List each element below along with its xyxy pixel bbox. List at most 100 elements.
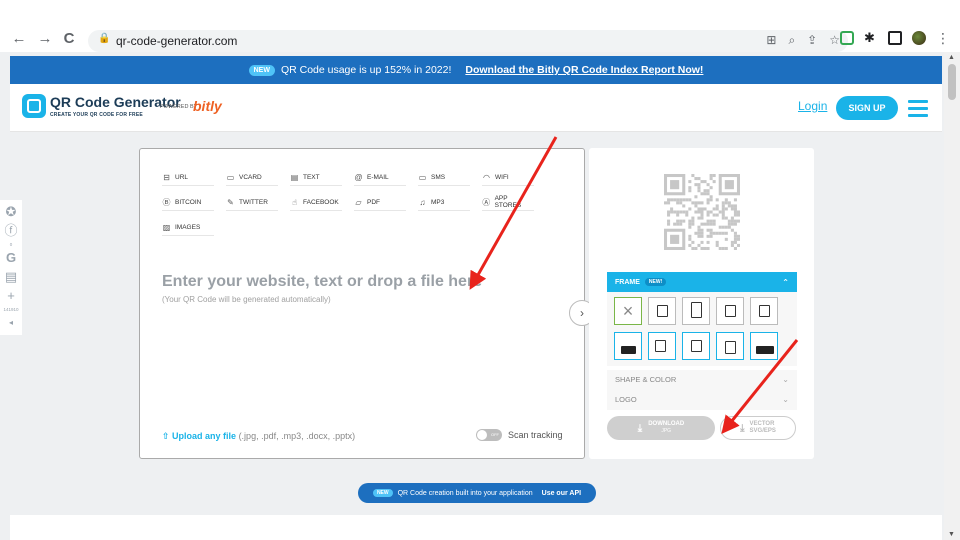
qr-type-label: BITCOIN (175, 198, 202, 206)
frame-option[interactable] (716, 332, 744, 360)
sms-icon: ▭ (418, 172, 427, 182)
share-sidebar: ✪ ⓕ 0 G ▤ + 141910 ◂ (0, 200, 22, 335)
zoom-icon[interactable]: ⌕ (788, 33, 795, 48)
chevron-down-icon[interactable]: ⌄ (782, 390, 789, 410)
hamburger-menu-icon[interactable] (908, 100, 928, 117)
side-panel-icon[interactable] (888, 31, 902, 45)
content-input-placeholder[interactable]: Enter your website, text or drop a file … (162, 273, 482, 291)
print-icon[interactable]: ▤ (5, 269, 17, 285)
frame-option[interactable] (682, 332, 710, 360)
qr-content-card: ⊟ URL ▭ VCARD ▤ TEXT @ E-MAIL ▭ SMS ◠ WIFI Ⓑ BITCOIN ✎… (139, 148, 585, 459)
qr-logo-icon[interactable] (22, 94, 46, 118)
download-jpg-button[interactable]: ⤓ DOWNLOAD JPG (607, 416, 715, 440)
profile-avatar[interactable] (912, 31, 926, 45)
appstore-icon: Ⓐ (482, 197, 491, 207)
browser-menu-icon[interactable]: ⋮ (936, 31, 950, 45)
wifi-icon: ◠ (483, 172, 490, 182)
email-icon: @ (354, 172, 363, 182)
qr-type-twitter[interactable]: ✎ TWITTER (226, 194, 278, 211)
api-promo-text: QR Code creation built into your applica… (397, 489, 533, 497)
scan-tracking-row: OFF Scan tracking (476, 429, 563, 441)
toggle-state-label: OFF (491, 432, 499, 437)
forward-button[interactable]: → (36, 30, 54, 48)
qr-type-wifi[interactable]: ◠ WIFI (482, 169, 534, 186)
music-icon: ♫ (419, 197, 426, 207)
qr-type-e-mail[interactable]: @ E-MAIL (354, 169, 406, 186)
facebook-icon: ☝ (292, 197, 297, 207)
upload-icon[interactable]: ⇧ (162, 431, 172, 441)
frame-option[interactable] (648, 332, 676, 360)
qr-type-vcard[interactable]: ▭ VCARD (226, 169, 278, 186)
url-text[interactable]: qr-code-generator.com (116, 34, 237, 48)
facebook-share-icon[interactable]: ⓕ (4, 223, 17, 239)
messenger-icon[interactable]: ✪ (6, 204, 17, 220)
qr-type-label: FACEBOOK (303, 198, 339, 206)
scroll-thumb[interactable] (948, 64, 956, 100)
frame-option-none[interactable] (614, 297, 642, 325)
frame-option[interactable] (648, 297, 676, 325)
page-footer-strip (10, 515, 942, 540)
page-scrollbar[interactable]: ▲ ▼ (944, 52, 960, 540)
bitly-logo[interactable]: bitly (193, 98, 222, 114)
chevron-up-icon[interactable]: ⌃ (782, 278, 789, 287)
scan-tracking-toggle[interactable]: OFF (476, 429, 502, 441)
scroll-up-icon[interactable]: ▲ (948, 54, 955, 61)
reload-button[interactable]: C (60, 30, 78, 48)
use-api-link[interactable]: Use our API (542, 490, 581, 497)
frame-option[interactable] (614, 332, 642, 360)
extensions-puzzle-icon[interactable]: ✱ (864, 31, 878, 45)
api-promo-bar[interactable]: NEW QR Code creation built into your app… (358, 483, 596, 503)
frame-label: FRAME (615, 278, 640, 286)
scroll-down-icon[interactable]: ▼ (948, 531, 955, 538)
qr-type-facebook[interactable]: ☝ FACEBOOK (290, 194, 342, 211)
qr-type-label: IMAGES (175, 223, 201, 231)
facebook-share-count: 0 (9, 242, 13, 247)
qr-type-label: URL (175, 173, 189, 181)
download-vector-button[interactable]: ⤓ VECTOR SVG/EPS (720, 416, 796, 440)
api-new-badge: NEW (372, 489, 393, 497)
login-link[interactable]: Login (798, 99, 827, 113)
collapse-sidebar-icon[interactable]: ◂ (9, 315, 13, 331)
qr-type-images[interactable]: ▨ IMAGES (162, 219, 214, 236)
frame-option[interactable] (682, 297, 710, 325)
qr-type-text[interactable]: ▤ TEXT (290, 169, 342, 186)
address-bar[interactable]: 🔒 qr-code-generator.com ⊞ ⌕ ⇪ ☆ (88, 30, 848, 52)
google-share-icon[interactable]: G (6, 250, 16, 266)
frame-option[interactable] (750, 297, 778, 325)
download-icon: ⤓ (637, 422, 643, 434)
scan-tracking-label: Scan tracking (508, 430, 563, 440)
upload-file-link[interactable]: Upload any file (172, 431, 236, 441)
vector-label: VECTOR (749, 421, 775, 427)
qr-type-grid: ⊟ URL ▭ VCARD ▤ TEXT @ E-MAIL ▭ SMS ◠ WIFI Ⓑ BITCOIN ✎… (162, 169, 562, 236)
extension-icon[interactable] (840, 31, 854, 45)
shape-color-label: SHAPE & COLOR (615, 375, 677, 384)
share-total-count: 141910 (3, 307, 19, 312)
frame-option[interactable] (716, 297, 744, 325)
shape-color-section[interactable]: SHAPE & COLOR ⌄ (607, 370, 797, 390)
qr-type-mp3[interactable]: ♫ MP3 (418, 194, 470, 211)
frame-option[interactable] (750, 332, 778, 360)
banner-text: QR Code usage is up 152% in 2022! (280, 64, 452, 76)
chevron-down-icon[interactable]: ⌄ (782, 370, 789, 390)
lock-icon: 🔒 (98, 33, 111, 44)
signup-button[interactable]: SIGN UP (836, 96, 898, 120)
banner-report-link[interactable]: Download the Bitly QR Code Index Report … (465, 64, 703, 76)
qr-type-sms[interactable]: ▭ SMS (418, 169, 470, 186)
qr-type-url[interactable]: ⊟ URL (162, 169, 214, 186)
back-button[interactable]: ← (10, 30, 28, 48)
frame-section-header[interactable]: FRAME NEW! ⌃ (607, 272, 797, 292)
qr-type-label: TEXT (303, 173, 320, 181)
bookmark-star-icon[interactable]: ☆ (829, 33, 840, 48)
qr-type-app-stores[interactable]: Ⓐ APP STORES (482, 194, 534, 211)
qr-preview-panel: FRAME NEW! ⌃ SHAPE & COLOR ⌄ LOGO ⌄ ⤓ DO… (589, 148, 814, 459)
qr-type-pdf[interactable]: ▱ PDF (354, 194, 406, 211)
logo-section[interactable]: LOGO ⌄ (607, 390, 797, 410)
translate-icon[interactable]: ⊞ (766, 33, 776, 48)
site-header: QR Code Generator CREATE YOUR QR CODE FO… (10, 84, 942, 132)
logo-label: LOGO (615, 395, 637, 404)
more-share-icon[interactable]: + (7, 288, 15, 304)
share-icon[interactable]: ⇪ (807, 33, 817, 48)
qr-type-label: MP3 (431, 198, 445, 206)
qr-type-label: E-MAIL (367, 173, 389, 181)
qr-type-bitcoin[interactable]: Ⓑ BITCOIN (162, 194, 214, 211)
